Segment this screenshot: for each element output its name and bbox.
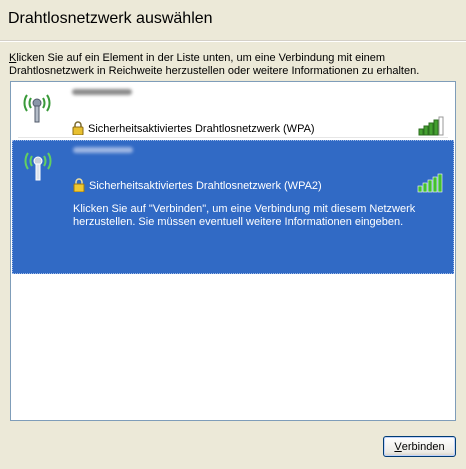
wireless-antenna-icon xyxy=(23,94,51,123)
instructions-rest: licken Sie auf ein Element in der Liste … xyxy=(9,52,420,77)
connect-button[interactable]: Verbinden xyxy=(383,436,456,457)
page-title: Drahtlosnetzwerk auswählen xyxy=(8,10,213,27)
network-name-redacted xyxy=(73,147,133,153)
connect-button-accel: V xyxy=(394,440,402,453)
signal-strength-icon xyxy=(418,116,444,136)
network-item-selected[interactable]: Sicherheitsaktiviertes Drahtlosnetzwerk … xyxy=(12,140,454,274)
network-name-redacted xyxy=(72,89,132,95)
security-label: Sicherheitsaktiviertes Drahtlosnetzwerk … xyxy=(88,123,315,135)
wireless-antenna-icon xyxy=(24,152,52,181)
signal-strength-icon xyxy=(417,173,443,193)
lock-icon xyxy=(72,121,84,135)
network-list[interactable]: Sicherheitsaktiviertes Drahtlosnetzwerk … xyxy=(10,81,456,421)
lock-icon xyxy=(73,178,85,192)
network-item[interactable]: Sicherheitsaktiviertes Drahtlosnetzwerk … xyxy=(12,83,454,138)
connect-button-label: erbinden xyxy=(401,440,445,453)
security-label: Sicherheitsaktiviertes Drahtlosnetzwerk … xyxy=(89,180,322,192)
title-divider xyxy=(0,40,466,42)
list-divider xyxy=(18,137,448,138)
network-description: Klicken Sie auf "Verbinden", um eine Ver… xyxy=(73,203,416,228)
instructions-text: Klicken Sie auf ein Element in der Liste… xyxy=(9,52,459,78)
